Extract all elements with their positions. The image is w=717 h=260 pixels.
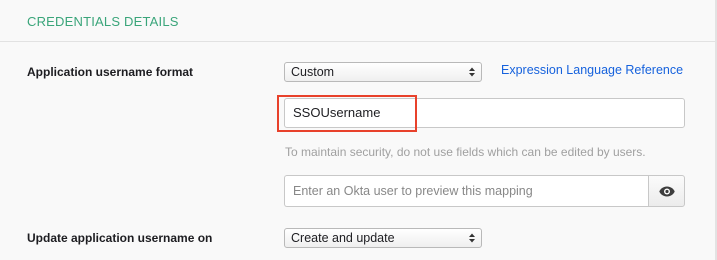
- select-arrows-icon: [469, 233, 475, 243]
- select-arrows-icon: [469, 67, 475, 77]
- update-username-selected: Create and update: [291, 231, 395, 245]
- update-username-label: Update application username on: [27, 231, 213, 245]
- security-hint: To maintain security, do not use fields …: [285, 145, 646, 159]
- update-username-select[interactable]: Create and update: [284, 228, 482, 248]
- username-format-select[interactable]: Custom: [284, 62, 482, 82]
- section-title: CREDENTIALS DETAILS: [27, 14, 179, 29]
- eye-icon: [659, 186, 675, 197]
- expression-language-reference-link[interactable]: Expression Language Reference: [501, 63, 683, 77]
- section-divider: [0, 41, 715, 42]
- preview-button[interactable]: [648, 175, 685, 207]
- preview-user-input[interactable]: Enter an Okta user to preview this mappi…: [284, 175, 648, 207]
- expression-input[interactable]: SSOUsername: [284, 98, 685, 128]
- username-format-selected: Custom: [291, 65, 335, 79]
- username-format-label: Application username format: [27, 65, 194, 79]
